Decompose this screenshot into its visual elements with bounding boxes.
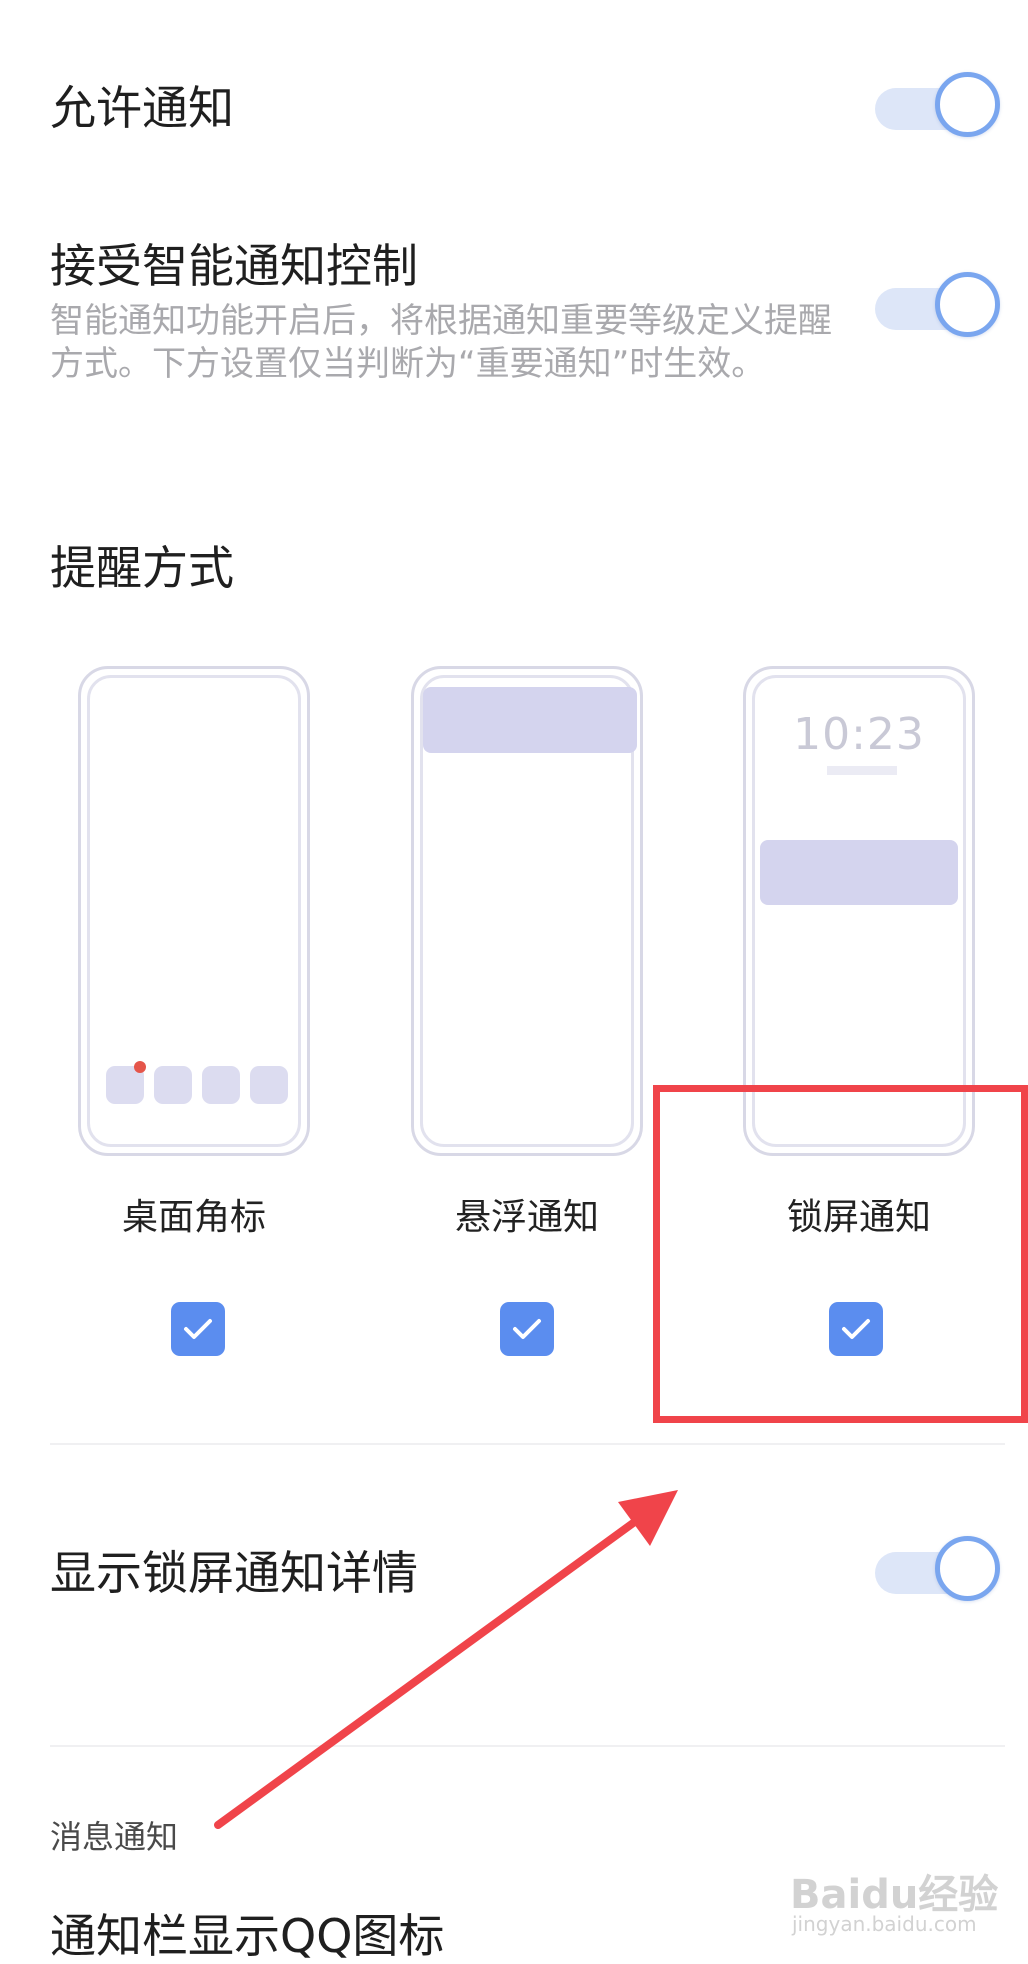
highlight-annotation-box: [653, 1085, 1028, 1423]
app-icon: [250, 1066, 288, 1104]
smart-control-toggle[interactable]: [875, 272, 1000, 347]
floating-notification-preview[interactable]: [411, 666, 643, 1156]
check-icon: [513, 1319, 541, 1339]
allow-notifications-label: 允许通知: [50, 81, 234, 135]
toggle-knob: [935, 272, 1000, 337]
qq-icon-row-label[interactable]: 通知栏显示QQ图标: [50, 1908, 444, 1964]
floating-notification-checkbox[interactable]: [500, 1302, 554, 1356]
allow-notifications-toggle[interactable]: [875, 72, 1000, 147]
section-divider: [50, 1443, 1005, 1445]
toggle-knob: [935, 1536, 1000, 1601]
check-icon: [184, 1319, 212, 1339]
lock-clock-text: 10:23: [793, 709, 925, 760]
smart-control-description: 智能通知功能开启后，将根据通知重要等级定义提醒方式。下方设置仅当判断为“重要通知…: [50, 301, 832, 384]
toggle-knob: [935, 72, 1000, 137]
floating-banner: [423, 687, 637, 753]
lock-details-toggle[interactable]: [875, 1536, 1000, 1611]
lockscreen-notification-preview[interactable]: 10:23: [743, 666, 975, 1156]
lock-date-line: [827, 766, 897, 775]
watermark-url: jingyan.baidu.com: [792, 1912, 977, 1936]
option-label-floating: 悬浮通知: [454, 1197, 599, 1238]
lock-banner: [760, 840, 958, 905]
smart-control-label: 接受智能通知控制: [50, 239, 418, 293]
desktop-badge-preview[interactable]: [78, 666, 310, 1156]
app-icon: [202, 1066, 240, 1104]
badge-dot: [134, 1061, 146, 1073]
section-divider: [50, 1745, 1005, 1747]
lock-details-label: 显示锁屏通知详情: [50, 1546, 418, 1600]
reminder-section-title: 提醒方式: [50, 541, 234, 595]
message-section-title: 消息通知: [50, 1818, 179, 1856]
desktop-badge-checkbox[interactable]: [171, 1302, 225, 1356]
option-label-desktop-badge: 桌面角标: [121, 1197, 266, 1238]
app-icon: [154, 1066, 192, 1104]
